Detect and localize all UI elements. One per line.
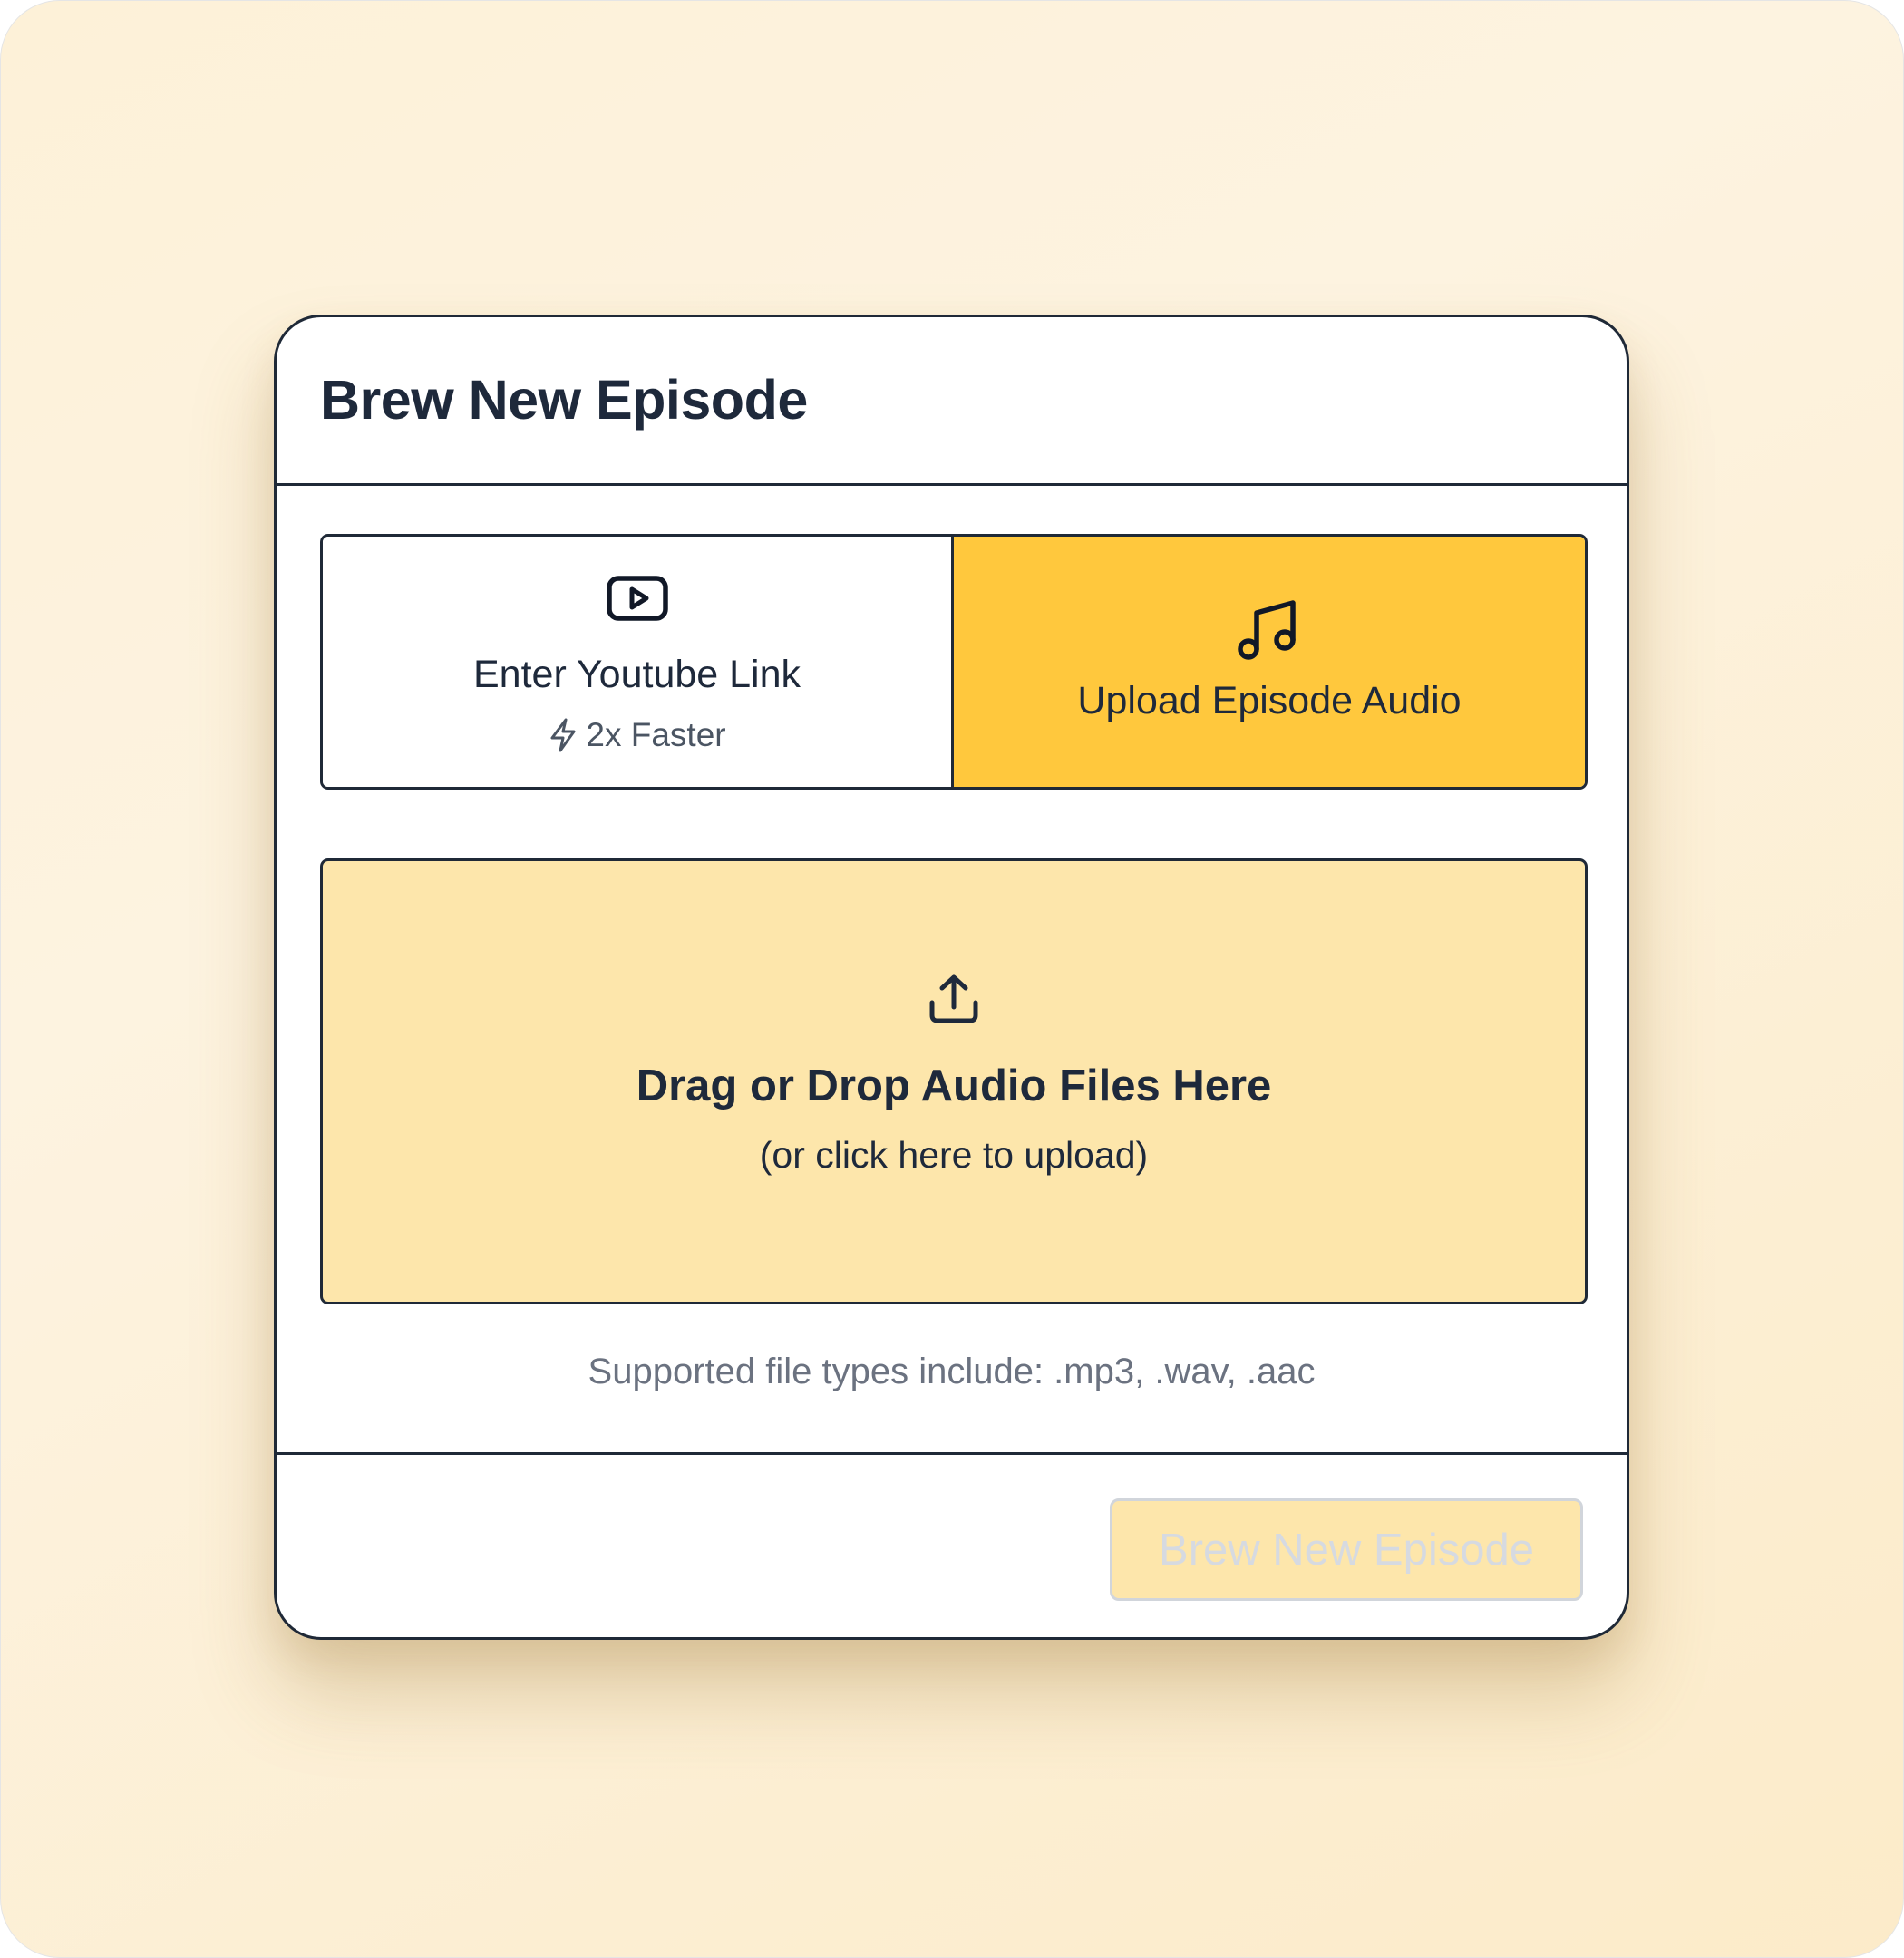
modal-title: Brew New Episode	[320, 369, 808, 431]
source-toggle: Enter Youtube Link 2x Faster Upload Epis…	[320, 534, 1588, 790]
speed-hint-label: 2x Faster	[586, 716, 726, 753]
upload-icon	[929, 974, 978, 1023]
brew-episode-modal: Brew New Episode Enter Youtube Link 2x F…	[274, 315, 1629, 1640]
dropzone-title: Drag or Drop Audio Files Here	[636, 1061, 1272, 1110]
audio-dropzone[interactable]: Drag or Drop Audio Files Here (or click …	[320, 858, 1588, 1304]
modal-header: Brew New Episode	[277, 317, 1627, 486]
dropzone-subtitle: (or click here to upload)	[759, 1134, 1149, 1176]
music-note-icon	[1238, 600, 1296, 660]
supported-filetypes-note: Supported file types include: .mp3, .wav…	[588, 1352, 1316, 1391]
speed-hint: 2x Faster	[323, 716, 951, 754]
modal-footer: Brew New Episode	[277, 1452, 1627, 1637]
upload-audio-option[interactable]: Upload Episode Audio	[954, 537, 1585, 787]
youtube-play-icon	[606, 576, 668, 621]
youtube-link-option[interactable]: Enter Youtube Link 2x Faster	[323, 537, 954, 787]
lightning-bolt-icon	[550, 718, 576, 752]
upload-option-label: Upload Episode Audio	[1077, 679, 1462, 722]
brew-episode-button[interactable]: Brew New Episode	[1110, 1498, 1583, 1601]
youtube-option-label: Enter Youtube Link	[472, 653, 801, 696]
page-backdrop: Brew New Episode Enter Youtube Link 2x F…	[0, 0, 1904, 1958]
